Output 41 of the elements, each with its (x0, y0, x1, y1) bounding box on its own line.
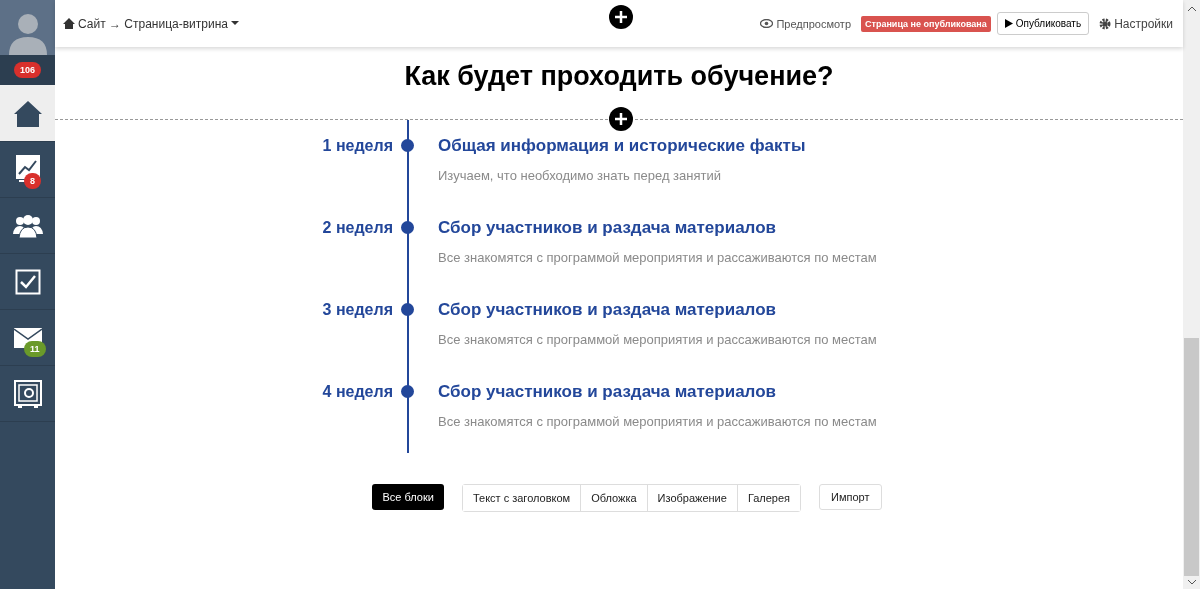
publish-button[interactable]: Опубликовать (996, 12, 1090, 35)
sidebar-item[interactable]: 8 (0, 142, 55, 198)
week-label: 1 неделя (321, 136, 393, 155)
add-icon[interactable] (609, 5, 633, 29)
sidebar-item[interactable] (0, 86, 55, 142)
status-badge: Страница не опубликована (861, 15, 991, 32)
week-label: 2 неделя (321, 218, 393, 237)
people-icon (12, 213, 43, 238)
filter-button[interactable]: Все блоки (372, 484, 444, 510)
home-icon (63, 18, 75, 29)
step-title: Сбор участников и раздача материалов (438, 299, 777, 320)
preview-link[interactable]: Предпросмотр (760, 17, 851, 30)
step-title: Общая информация и исторические факты (438, 135, 806, 156)
notification-badge: 8 (24, 173, 41, 189)
scrollbar[interactable] (1183, 0, 1200, 589)
step-description: Все знакомятся с программой мероприятия и рассаживаются по местам (438, 332, 877, 347)
caret-icon (231, 21, 239, 26)
scroll-up-icon[interactable] (1187, 6, 1196, 11)
eye-icon (760, 19, 774, 28)
step-description: Все знакомятся с программой мероприятия и рассаживаются по местам (438, 414, 877, 429)
breadcrumb[interactable]: Сайт → Страница-витрина (63, 16, 239, 31)
scrollbar-thumb[interactable] (1184, 338, 1199, 576)
safe-icon (13, 379, 42, 408)
week-label: 3 неделя (321, 300, 393, 319)
scroll-down-icon[interactable] (1187, 580, 1196, 585)
section-title: Как будет проходить обучение? (403, 61, 835, 93)
step-description: Изучаем, что необходимо знать перед занятий (438, 168, 722, 183)
settings-link[interactable]: Настройки (1099, 16, 1173, 31)
step-title: Сбор участников и раздача материалов (438, 381, 777, 402)
notification-badge: 106 (14, 62, 41, 78)
play-icon (1004, 19, 1013, 28)
week-label: 4 неделя (321, 382, 393, 401)
import-button[interactable]: Импорт (819, 484, 882, 510)
checkbox-icon (14, 268, 41, 295)
home-icon (12, 98, 43, 129)
add-icon[interactable] (609, 107, 633, 131)
filter-button[interactable]: Галерея (736, 485, 801, 511)
step-title: Сбор участников и раздача материалов (438, 217, 777, 238)
settings-icon (1099, 17, 1112, 30)
notification-badge: 11 (24, 341, 46, 357)
step-description: Все знакомятся с программой мероприятия и рассаживаются по местам (438, 250, 877, 265)
